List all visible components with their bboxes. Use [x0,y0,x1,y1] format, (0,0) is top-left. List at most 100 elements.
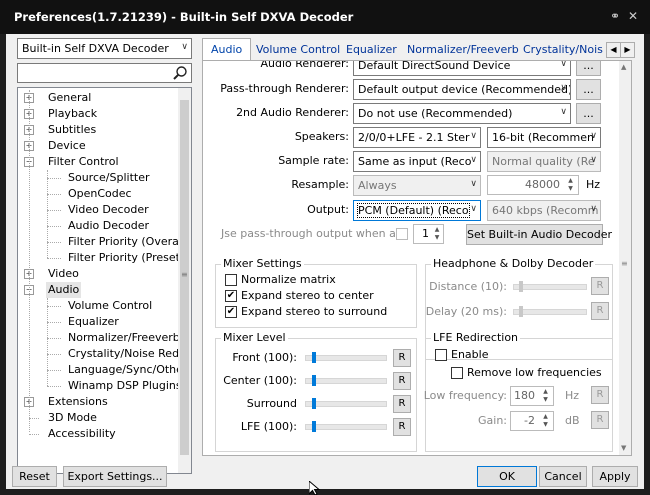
tab-equalizer[interactable]: Equalizer [346,40,397,59]
apply-button[interactable]: Apply [592,466,638,487]
output-value: PCM (Default) (Reco [357,203,470,218]
tab-volume-control[interactable]: Volume Control [256,40,340,59]
tree-item[interactable]: General [46,90,93,106]
title-bar[interactable]: Preferences(1.7.21239) - Built-in Self D… [0,0,650,34]
slider-thumb[interactable] [519,281,523,292]
tab-audio[interactable]: Audio [202,38,252,60]
tree-item[interactable]: 3D Mode [46,410,99,426]
ok-button[interactable]: OK [477,466,537,487]
slider-thumb[interactable] [312,398,316,409]
resample-hz-spinner[interactable]: 48000 ▲ ▼ [487,175,579,195]
quality-combo[interactable]: Normal quality (Re ∨ [487,151,601,172]
passthrough-renderer-more-button[interactable]: ... [576,79,601,100]
passthrough-renderer-combo[interactable]: Default output device (Recommended) ∨ [353,79,571,100]
tree-item[interactable]: Playback [46,106,99,122]
tree-item[interactable]: Source/Splitter [66,170,151,186]
tree-item[interactable]: Video [46,266,81,282]
low-frequency-reset-button[interactable]: R [591,386,609,404]
panel-scrollbar[interactable]: ▲ ≡ ▼ [619,61,631,455]
delay-slider[interactable] [513,306,587,317]
spinner-arrows-icon[interactable]: ▲ ▼ [432,226,442,242]
tab-scroll-left-icon[interactable]: ◀ [606,42,621,58]
bitrate-combo[interactable]: 640 kbps (Recomm ∨ [487,200,601,221]
mixer-level-reset-button[interactable]: R [393,418,411,436]
scroll-grip-icon[interactable]: ≡ [181,270,188,279]
second-renderer-more-button[interactable]: ... [576,103,601,124]
spinner-arrows-icon[interactable]: ▲ ▼ [539,413,552,429]
tree-item[interactable]: Normalizer/Freeverb [66,330,182,346]
tab-strip: Audio Volume Control Equalizer Normalize… [202,38,635,60]
slider-thumb[interactable] [312,352,316,363]
gain-reset-button[interactable]: R [591,411,609,429]
close-icon[interactable]: ✕ [626,9,640,23]
scroll-grip-icon[interactable]: ≡ [621,259,628,268]
tree-item[interactable]: Audio Decoder [66,218,151,234]
mixer-level-slider[interactable] [305,352,387,363]
passthrough-use-checkbox[interactable] [396,228,408,240]
mixer-level-slider[interactable] [305,398,387,409]
expand-surround-checkbox[interactable]: ✔ [225,306,237,318]
resample-combo[interactable]: Always ∨ [353,175,481,196]
normalize-matrix-checkbox[interactable] [225,274,237,286]
page-combo[interactable]: Built-in Self DXVA Decoder ∨ [17,38,192,59]
settings-tree[interactable]: + General + Playback + Subtitles + Device − Filte… [17,87,192,474]
speakers-combo[interactable]: 2/0/0+LFE - 2.1 Ster ∨ [353,127,481,148]
mixer-level-slider[interactable] [305,421,387,432]
reset-button[interactable]: Reset [12,466,57,487]
tree-item[interactable]: Accessibility [46,426,118,442]
mixer-level-label: Surround [246,397,297,410]
mixer-level-reset-button[interactable]: R [393,395,411,413]
tree-item[interactable]: Filter Control [46,154,121,170]
mixer-level-reset-button[interactable]: R [393,349,411,367]
sample-rate-combo[interactable]: Same as input (Reco ∨ [353,151,481,172]
tree-item[interactable]: Video Decoder [66,202,151,218]
delay-reset-button[interactable]: R [591,302,609,320]
tree-scrollbar[interactable]: ≡ [178,88,191,473]
tab-scroll-right-icon[interactable]: ▶ [620,42,635,58]
tab-normalizer-freeverb[interactable]: Normalizer/Freeverb [407,40,519,59]
tree-item[interactable]: Extensions [46,394,110,410]
gain-spinner[interactable]: -2 ▲ ▼ [510,411,554,431]
passthrough-count-spinner[interactable]: 1 ▲ ▼ [413,224,444,244]
scroll-up-icon[interactable]: ▲ [621,63,626,71]
second-renderer-combo[interactable]: Do not use (Recommended) ∨ [353,103,571,124]
tree-item[interactable]: Device [46,138,88,154]
tab-crystality-noise[interactable]: Crystality/Noise [523,40,603,59]
tree-item[interactable]: Winamp DSP Plugins [66,378,184,394]
tree-item[interactable]: OpenCodec [66,186,134,202]
spinner-arrows-icon[interactable]: ▲ ▼ [539,388,552,404]
set-builtin-audio-decoder-button[interactable]: Set Built-in Audio Decoder [466,224,612,245]
expand-center-checkbox[interactable]: ✔ [225,290,237,302]
tree-item[interactable]: Volume Control [66,298,154,314]
tree-item[interactable]: Filter Priority (Preset-spe [66,250,191,266]
slider-thumb[interactable] [312,421,316,432]
pin-icon[interactable]: ⚭ [608,9,622,23]
search-input[interactable] [20,65,174,81]
audio-renderer-combo[interactable]: Default DirectSound Device ∨ [353,61,571,76]
distance-slider[interactable] [513,281,587,292]
mixer-level-reset-button[interactable]: R [393,372,411,390]
mixer-level-slider[interactable] [305,375,387,386]
lfe-enable-checkbox[interactable] [435,349,447,361]
tree-item[interactable]: Audio [46,282,82,298]
audio-renderer-more-button[interactable]: ... [576,61,601,76]
slider-thumb[interactable] [312,375,316,386]
spinner-arrows-icon[interactable]: ▲ ▼ [564,177,577,193]
tree-item[interactable]: Filter Priority (Overall) [66,234,191,250]
tree-item[interactable]: Equalizer [66,314,121,330]
low-frequency-spinner[interactable]: 180 ▲ ▼ [510,386,554,406]
bit-depth-combo[interactable]: 16-bit (Recommen ∨ [487,127,601,148]
export-settings-button[interactable]: Export Settings... [63,466,167,487]
cancel-button[interactable]: Cancel [539,466,587,487]
output-combo[interactable]: PCM (Default) (Reco ∨ [353,200,481,221]
scroll-down-icon[interactable]: ▼ [621,444,626,452]
search-box[interactable] [17,63,192,83]
chevron-down-icon: ∨ [560,83,567,93]
tree-item[interactable]: Crystality/Noise Reductio [66,346,191,362]
search-icon[interactable] [172,65,188,81]
tree-item[interactable]: Language/Sync/Other [66,362,189,378]
slider-thumb[interactable] [519,306,523,317]
distance-reset-button[interactable]: R [591,277,609,295]
tree-item[interactable]: Subtitles [46,122,98,138]
remove-low-frequencies-checkbox[interactable] [451,367,463,379]
